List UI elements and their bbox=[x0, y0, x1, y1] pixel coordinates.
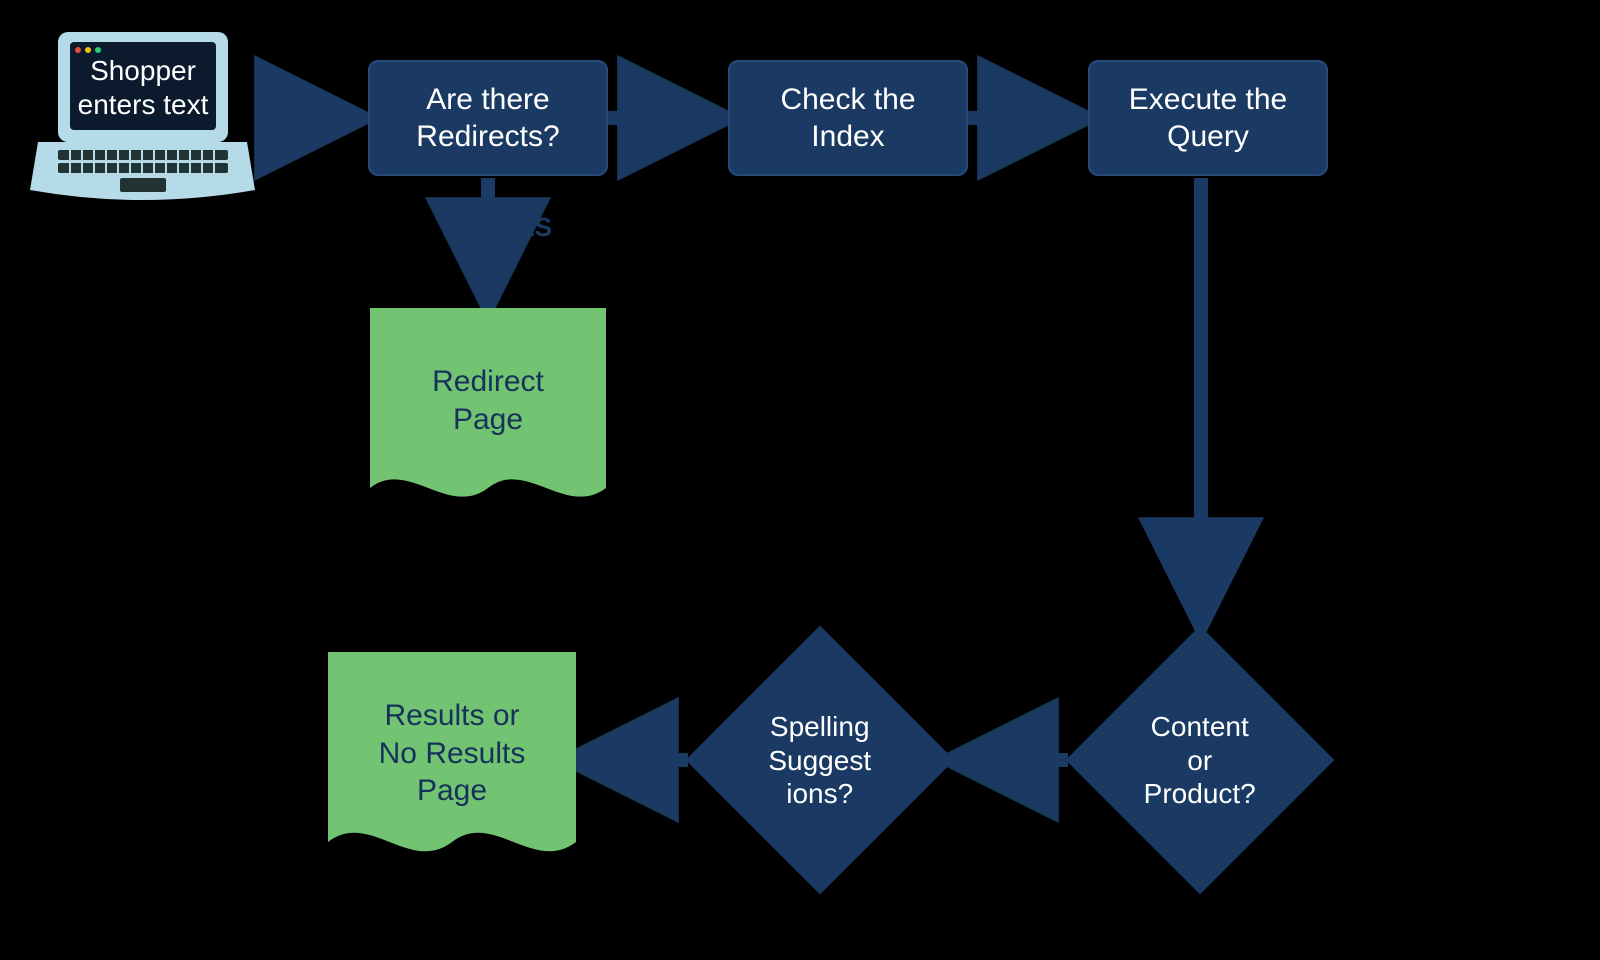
node-results-page: Results orNo ResultsPage bbox=[328, 652, 576, 887]
node-content-or-product-label: ContentorProduct? bbox=[1105, 710, 1295, 811]
node-check-index-label: Check theIndex bbox=[780, 81, 915, 156]
edge-label-yes: YES bbox=[500, 212, 552, 243]
start-laptop: Shopperenters text bbox=[30, 32, 255, 202]
edge-label-no: NO bbox=[618, 138, 657, 169]
node-execute-query: Execute theQuery bbox=[1088, 60, 1328, 176]
node-redirect-page: RedirectPage bbox=[370, 308, 606, 533]
node-spelling-suggestions-label: SpellingSuggestions? bbox=[725, 710, 915, 811]
node-check-index: Check theIndex bbox=[728, 60, 968, 176]
node-redirect-page-label: RedirectPage bbox=[370, 308, 606, 438]
node-execute-query-label: Execute theQuery bbox=[1129, 81, 1287, 156]
flowchart: Shopperenters text Are thereRedirects? C… bbox=[0, 0, 1600, 960]
node-redirects-question: Are thereRedirects? bbox=[368, 60, 608, 176]
node-redirects-question-label: Are thereRedirects? bbox=[416, 81, 559, 156]
start-label: Shopperenters text bbox=[70, 54, 216, 121]
node-results-page-label: Results orNo ResultsPage bbox=[328, 652, 576, 810]
